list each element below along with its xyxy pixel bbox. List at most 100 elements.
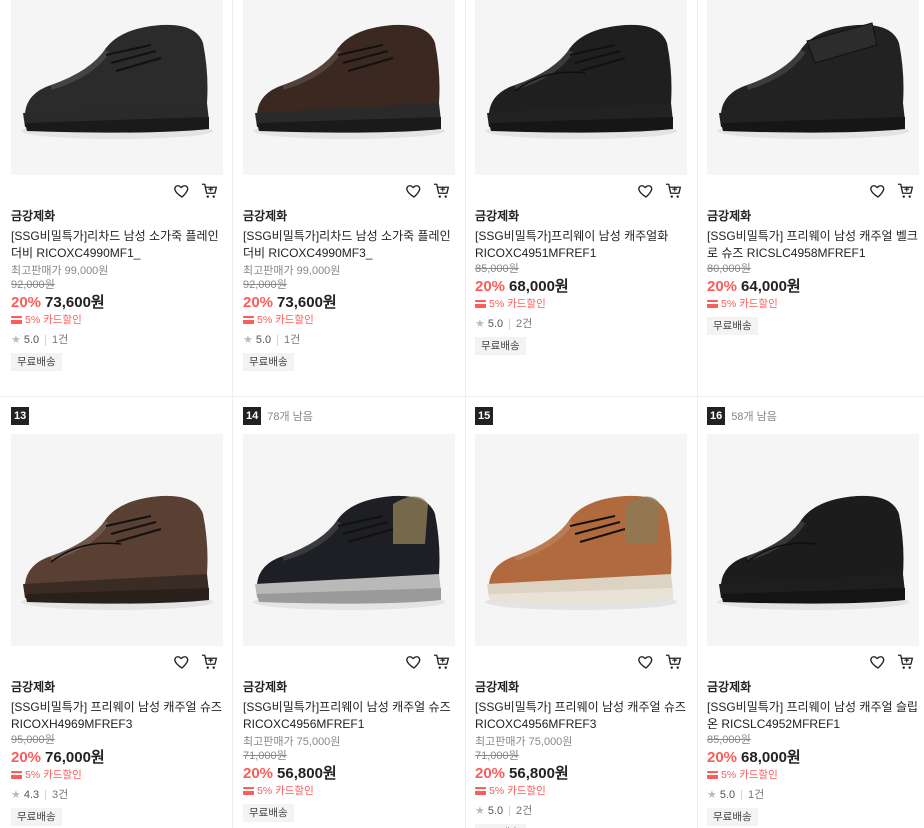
discount-rate: 20%: [11, 749, 42, 766]
review-count[interactable]: 1건: [284, 333, 300, 347]
rating-score: 4.3: [23, 789, 40, 801]
free-shipping-badge: 무료배송: [707, 808, 758, 826]
product-name[interactable]: [SSG비밀특가] 프리웨이 남성 캐주얼 슈즈RICOXH4969MFREF3: [11, 699, 223, 733]
brand-name[interactable]: 금강제화: [11, 208, 223, 224]
brand-name[interactable]: 금강제화: [243, 679, 455, 695]
product-name[interactable]: [SSG비밀특가] 프리웨이 남성 캐주얼 벨크로 슈즈 RICSLC4958M…: [707, 228, 919, 262]
rank-badge: 16: [707, 407, 726, 425]
product-name[interactable]: [SSG비밀특가] 프리웨이 남성 캐주얼 슬립온 RICSLC4952MFRE…: [707, 699, 919, 733]
heart-icon[interactable]: [869, 653, 887, 671]
rank-badge: 15: [475, 407, 494, 425]
brand-name[interactable]: 금강제화: [243, 208, 455, 224]
product-image[interactable]: [707, 0, 919, 175]
product-name[interactable]: [SSG비밀특가]프리웨이 남성 캐주얼화 RICOXC4951MFREF1: [475, 228, 687, 262]
product-image[interactable]: [707, 434, 919, 646]
rating-row: ★ 5.0 | 1건: [11, 333, 223, 347]
product-name[interactable]: [SSG비밀특가]리차드 남성 소가죽 플레인 더비 RICOXC4990MF3…: [243, 228, 455, 262]
rating-separator: |: [508, 318, 512, 330]
card-discount: 5% 카드할인: [243, 313, 455, 327]
product-actions: [869, 653, 915, 671]
cart-icon[interactable]: [201, 182, 219, 200]
brand-name[interactable]: 금강제화: [707, 679, 919, 695]
brand-name[interactable]: 금강제화: [11, 679, 223, 695]
cart-icon[interactable]: [665, 653, 683, 671]
heart-icon[interactable]: [173, 182, 191, 200]
heart-icon[interactable]: [869, 182, 887, 200]
product-info: 금강제화 [SSG비밀특가]프리웨이 남성 캐주얼 슈즈 RICOXC4956MF…: [243, 679, 455, 822]
product-name[interactable]: [SSG비밀특가]리차드 남성 소가죽 플레인 더비 RICOXC4990MF1…: [11, 228, 223, 262]
rank-badge: 13: [11, 407, 30, 425]
product-name[interactable]: [SSG비밀특가]프리웨이 남성 캐주얼 슈즈 RICOXC4956MFREF1: [243, 699, 455, 733]
product-image[interactable]: [475, 434, 687, 646]
card-icon: [475, 787, 486, 795]
rating-separator: |: [740, 789, 744, 801]
product-image[interactable]: [475, 0, 687, 175]
product-actions: [173, 182, 219, 200]
card-icon: [11, 316, 22, 324]
product-info: 금강제화 [SSG비밀특가] 프리웨이 남성 캐주얼 슈즈RICOXH4969MF…: [11, 679, 223, 826]
rank-row: 13: [11, 407, 30, 425]
product-actions: [869, 182, 915, 200]
product-image[interactable]: [11, 434, 223, 646]
product-image[interactable]: [243, 0, 455, 175]
free-shipping-badge: 무료배송: [475, 337, 526, 355]
discount-rate: 20%: [475, 765, 506, 782]
product-actions: [405, 653, 451, 671]
heart-icon[interactable]: [637, 182, 655, 200]
card-discount: 5% 카드할인: [11, 313, 223, 327]
cart-icon[interactable]: [433, 653, 451, 671]
brand-name[interactable]: 금강제화: [475, 208, 687, 224]
rating-separator: |: [508, 805, 512, 817]
product-info: 금강제화 [SSG비밀특가] 프리웨이 남성 캐주얼 슈즈 RICOXC4956M…: [475, 679, 687, 828]
sale-price: 64,000원: [741, 278, 801, 295]
card-discount: 5% 카드할인: [475, 297, 687, 311]
cart-icon[interactable]: [433, 182, 451, 200]
card-discount-label: 5% 카드할인: [25, 314, 82, 326]
max-price: 최고판매가 99,000원: [243, 265, 341, 277]
review-count[interactable]: 2건: [516, 317, 532, 331]
review-count[interactable]: 3건: [52, 788, 68, 802]
free-shipping-badge: 무료배송: [11, 808, 62, 826]
brand-name[interactable]: 금강제화: [475, 679, 687, 695]
brand-name[interactable]: 금강제화: [707, 208, 919, 224]
card-discount: 5% 카드할인: [11, 768, 223, 782]
rating-score: 5.0: [487, 318, 504, 330]
rating-row: ★ 5.0 | 2건: [475, 317, 687, 331]
cart-icon[interactable]: [897, 653, 915, 671]
heart-icon[interactable]: [405, 182, 423, 200]
review-count[interactable]: 1건: [52, 333, 68, 347]
rating-score: 5.0: [719, 789, 736, 801]
price-row: 20% 68,000원: [475, 277, 687, 297]
cart-icon[interactable]: [201, 653, 219, 671]
heart-icon[interactable]: [173, 653, 191, 671]
star-icon: ★: [475, 318, 485, 330]
price-row: 20% 56,800원: [243, 764, 455, 784]
cart-icon[interactable]: [665, 182, 683, 200]
product-name[interactable]: [SSG비밀특가] 프리웨이 남성 캐주얼 슈즈 RICOXC4956MFREF…: [475, 699, 687, 733]
card-discount-label: 5% 카드할인: [721, 769, 778, 781]
review-count[interactable]: 2건: [516, 804, 532, 818]
product-info: 금강제화 [SSG비밀특가] 프리웨이 남성 캐주얼 슬립온 RICSLC4952…: [707, 679, 919, 826]
original-price: 95,000원: [11, 734, 55, 746]
free-shipping-badge: 무료배송: [243, 804, 294, 822]
review-count[interactable]: 1건: [748, 788, 764, 802]
star-icon: ★: [707, 789, 717, 801]
cart-icon[interactable]: [897, 182, 915, 200]
original-price: 80,000원: [707, 263, 751, 275]
sale-price: 73,600원: [277, 294, 337, 311]
rating-row: ★ 5.0 | 2건: [475, 804, 687, 818]
price-row: 20% 76,000원: [11, 748, 223, 768]
heart-icon[interactable]: [405, 653, 423, 671]
heart-icon[interactable]: [637, 653, 655, 671]
card-discount-label: 5% 카드할인: [489, 298, 546, 310]
product-image[interactable]: [243, 434, 455, 646]
free-shipping-badge: 무료배송: [475, 824, 526, 828]
product-actions: [173, 653, 219, 671]
rank-row: 16 58개 남음: [707, 407, 777, 425]
product-info: 금강제화 [SSG비밀특가]리차드 남성 소가죽 플레인 더비 RICOXC499…: [243, 208, 455, 371]
star-icon: ★: [243, 334, 253, 346]
product-image[interactable]: [11, 0, 223, 175]
price-row: 20% 56,800원: [475, 764, 687, 784]
rating-score: 5.0: [23, 334, 40, 346]
sale-price: 68,000원: [509, 278, 569, 295]
